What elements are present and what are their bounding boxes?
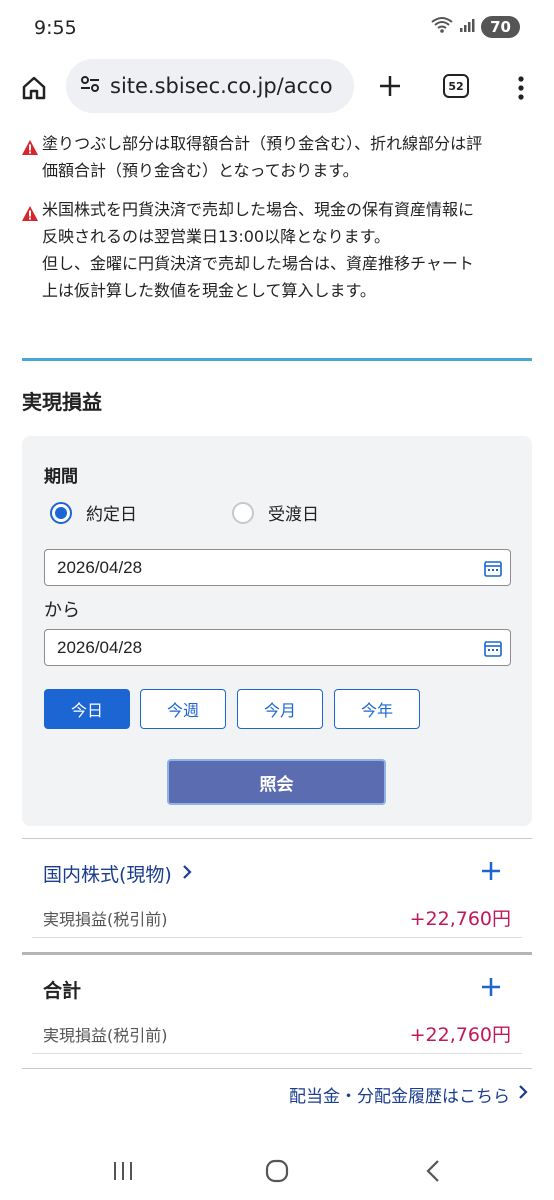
radio-label: 受渡日 bbox=[268, 505, 319, 525]
radio-label: 約定日 bbox=[86, 505, 137, 525]
radio-button[interactable] bbox=[232, 501, 254, 524]
radio-settlement-date[interactable]: 受渡日 bbox=[232, 500, 319, 525]
back-icon[interactable] bbox=[418, 1158, 448, 1184]
tab-count: 52 bbox=[443, 74, 469, 98]
notice-chart-legend: 塗りつぶし部分は取得額合計（預り金含む）、折れ線部分は評 価額合計（預り金含む）… bbox=[22, 130, 532, 184]
status-bar: 9:55 70 bbox=[0, 0, 554, 56]
date-from-input[interactable]: 2026/04/28 bbox=[44, 549, 511, 586]
date-to-value: 2026/04/28 bbox=[57, 637, 143, 657]
notice-line: 但し、金曜に円貨決済で売却した場合は、資産推移チャート bbox=[42, 254, 474, 273]
site-settings-icon[interactable] bbox=[80, 75, 100, 97]
realized-pl-value: +22,760円 bbox=[409, 1024, 511, 1046]
notice-line: 米国株式を円貨決済で売却した場合、現金の保有資産情報に bbox=[42, 200, 475, 219]
divider bbox=[22, 838, 532, 839]
page-title: 実現損益 bbox=[22, 390, 102, 414]
notice-line: 反映されるのは翌営業日13:00以降となります。 bbox=[42, 227, 391, 246]
today-button[interactable]: 今日 bbox=[44, 689, 130, 729]
home-circle-icon[interactable] bbox=[262, 1158, 292, 1184]
radio-trade-date[interactable]: 約定日 bbox=[50, 500, 137, 525]
notice-line: 価額合計（預り金含む）となっております。 bbox=[42, 161, 359, 180]
this-week-button[interactable]: 今週 bbox=[140, 689, 226, 729]
warning-icon bbox=[22, 202, 38, 229]
notice-us-stock-sale: 米国株式を円貨決済で売却した場合、現金の保有資産情報に 反映されるのは翌営業日1… bbox=[22, 196, 532, 304]
url-text: site.sbisec.co.jp/acco bbox=[110, 74, 333, 98]
period-label: 期間 bbox=[44, 467, 78, 487]
address-bar[interactable]: site.sbisec.co.jp/acco bbox=[66, 59, 354, 113]
divider bbox=[22, 1068, 532, 1069]
tab-switcher-button[interactable]: 52 bbox=[438, 68, 474, 104]
more-icon[interactable] bbox=[506, 68, 536, 108]
signal-icon bbox=[459, 17, 475, 37]
wifi-icon bbox=[431, 16, 453, 38]
expand-domestic-icon[interactable] bbox=[480, 860, 502, 882]
clock: 9:55 bbox=[34, 17, 77, 39]
chevron-right-icon bbox=[182, 863, 192, 885]
chevron-right-icon bbox=[518, 1084, 528, 1105]
system-nav-bar bbox=[0, 1140, 554, 1200]
realized-pl-value: +22,760円 bbox=[409, 908, 511, 930]
dividend-history-label: 配当金・分配金履歴はこちら bbox=[289, 1087, 510, 1107]
dividend-history-link[interactable]: 配当金・分配金履歴はこちら bbox=[289, 1082, 528, 1107]
warning-icon bbox=[22, 136, 38, 163]
total-title: 合計 bbox=[43, 980, 82, 1002]
calendar-icon[interactable] bbox=[484, 639, 502, 662]
realized-pl-label: 実現損益(税引前) bbox=[43, 1026, 168, 1045]
divider bbox=[22, 952, 532, 955]
divider bbox=[32, 937, 522, 938]
this-year-button[interactable]: 今年 bbox=[334, 689, 420, 729]
domestic-stock-title: 国内株式(現物) bbox=[43, 864, 172, 886]
browser-toolbar: site.sbisec.co.jp/acco 52 bbox=[0, 56, 554, 122]
date-to-input[interactable]: 2026/04/28 bbox=[44, 629, 511, 666]
domestic-stock-link[interactable]: 国内株式(現物) bbox=[43, 860, 192, 887]
filter-panel: 期間 約定日 受渡日 2026/04/28 から 2026/04/28 今日 今… bbox=[22, 436, 532, 826]
battery-indicator: 70 bbox=[481, 16, 520, 38]
new-tab-icon[interactable] bbox=[370, 66, 410, 106]
expand-total-icon[interactable] bbox=[480, 976, 502, 998]
home-icon[interactable] bbox=[14, 68, 54, 108]
divider bbox=[32, 1053, 522, 1054]
this-month-button[interactable]: 今月 bbox=[237, 689, 323, 729]
query-button[interactable]: 照会 bbox=[167, 759, 386, 805]
section-divider bbox=[22, 358, 532, 361]
date-from-value: 2026/04/28 bbox=[57, 557, 143, 577]
range-connector-label: から bbox=[44, 600, 80, 621]
calendar-icon[interactable] bbox=[484, 559, 502, 582]
notice-line: 塗りつぶし部分は取得額合計（預り金含む）、折れ線部分は評 bbox=[42, 134, 483, 153]
recent-apps-icon[interactable] bbox=[108, 1158, 138, 1184]
radio-button-selected[interactable] bbox=[50, 501, 72, 524]
notice-line: 上は仮計算した数値を現金として算入します。 bbox=[42, 281, 376, 300]
realized-pl-label: 実現損益(税引前) bbox=[43, 910, 168, 929]
status-icons: 70 bbox=[431, 16, 520, 38]
